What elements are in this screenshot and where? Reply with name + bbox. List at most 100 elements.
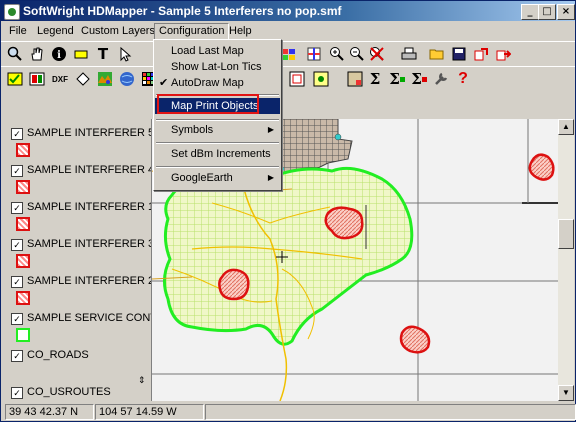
- layer-label: CO_ROADS: [27, 349, 89, 361]
- layer-color-icon-2[interactable]: [304, 44, 324, 64]
- globe-icon[interactable]: [117, 69, 137, 89]
- menu-item-googleearth[interactable]: GoogleEarth ▶: [155, 170, 280, 186]
- menu-file[interactable]: File: [5, 24, 31, 39]
- scroll-down-icon[interactable]: ▼: [558, 385, 574, 401]
- help-icon[interactable]: ?: [453, 69, 473, 89]
- compare-icon[interactable]: [27, 69, 47, 89]
- raster-icon[interactable]: [345, 69, 365, 89]
- layer-checkbox[interactable]: ✓: [11, 128, 23, 140]
- menu-item-load-last-map[interactable]: Load Last Map: [155, 43, 280, 59]
- window-title: SoftWright HDMapper - Sample 5 Interfere…: [23, 4, 342, 18]
- service-contour-swatch: [16, 328, 30, 342]
- dxf-icon[interactable]: DXF: [49, 69, 71, 89]
- map-vertical-scrollbar[interactable]: ▲ ▼: [558, 119, 574, 401]
- diamond-icon[interactable]: [73, 69, 93, 89]
- scroll-thumb[interactable]: [558, 219, 574, 249]
- app-window: SoftWright HDMapper - Sample 5 Interfere…: [0, 0, 576, 422]
- scroll-up-icon[interactable]: ▲: [558, 119, 574, 135]
- menu-item-label: GoogleEarth: [171, 172, 233, 184]
- legend-panel: ✓ SAMPLE INTERFERER 5 I ✓ SAMPLE INTERFE…: [1, 119, 152, 401]
- menu-custom-layers[interactable]: Custom Layers: [77, 24, 159, 39]
- sum-glyph: Σ: [369, 70, 381, 88]
- close-button[interactable]: ×: [557, 4, 575, 20]
- layer-color-icon[interactable]: [279, 44, 299, 64]
- export-icon[interactable]: [471, 44, 491, 64]
- toolbar-secondary: DXF Σ Σ Σ ?: [1, 66, 575, 91]
- menu-item-label: Show Lat-Lon Tics: [171, 61, 262, 73]
- layer-label: SAMPLE INTERFERER 2 I: [27, 275, 152, 287]
- zoom-icon[interactable]: [5, 44, 25, 64]
- menu-configuration[interactable]: Configuration: [154, 23, 230, 40]
- text-tool-glyph: T: [97, 45, 109, 63]
- layer-checkbox[interactable]: ✓: [11, 202, 23, 214]
- app-logo-icon: [4, 4, 20, 20]
- configuration-dropdown: Load Last Map Show Lat-Lon Tics ✔ AutoDra…: [153, 39, 282, 191]
- title-bar[interactable]: SoftWright HDMapper - Sample 5 Interfere…: [1, 1, 575, 21]
- sum-green-icon[interactable]: Σ: [387, 69, 407, 89]
- layer-checkbox[interactable]: ✓: [11, 350, 23, 362]
- layer-export-icon[interactable]: [493, 44, 513, 64]
- dxf-label: DXF: [52, 74, 68, 84]
- annotation-highlight: [157, 94, 259, 114]
- menu-bar: File Legend Custom Layers Configuration …: [1, 22, 575, 40]
- interferer-swatch: [16, 143, 30, 157]
- layer-label: SAMPLE INTERFERER 1 I: [27, 201, 152, 213]
- info-icon[interactable]: i: [49, 44, 69, 64]
- submenu-arrow-icon: ▶: [267, 173, 274, 182]
- menu-separator: [156, 119, 279, 121]
- interferer-swatch: [16, 217, 30, 231]
- status-bar: 39 43 42.37 N 104 57 14.59 W: [1, 402, 576, 421]
- menu-separator: [156, 142, 279, 144]
- hand-pan-icon[interactable]: [27, 44, 47, 64]
- zoom-in-icon[interactable]: [327, 44, 347, 64]
- interferer-swatch: [16, 254, 30, 268]
- submenu-arrow-icon: ▶: [267, 125, 274, 134]
- layer-label: SAMPLE INTERFERER 4 I: [27, 164, 152, 176]
- text-tool-icon[interactable]: T: [93, 44, 113, 64]
- menu-item-autodraw-map[interactable]: ✔ AutoDraw Map: [155, 75, 280, 91]
- menu-legend[interactable]: Legend: [33, 24, 78, 39]
- layer-label: CO_USROUTES: [27, 386, 111, 398]
- layer-label: SAMPLE INTERFERER 5 I: [27, 127, 152, 139]
- menu-item-label: AutoDraw Map: [171, 77, 244, 89]
- menu-item-label: Set dBm Increments: [171, 148, 271, 160]
- maximize-button[interactable]: □: [538, 4, 556, 20]
- layer-edit-icon[interactable]: [311, 69, 331, 89]
- layer-checkbox[interactable]: ✓: [11, 239, 23, 251]
- layer-checkbox[interactable]: ✓: [11, 276, 23, 288]
- menu-separator: [156, 166, 279, 168]
- select-arrow-icon[interactable]: [115, 44, 135, 64]
- layer-select-icon[interactable]: [287, 69, 307, 89]
- interferer-swatch: [16, 180, 30, 194]
- menu-item-label: Symbols: [171, 124, 214, 136]
- panel-scroll-arrows-icon[interactable]: ⇕: [138, 375, 146, 386]
- minimize-button[interactable]: _: [521, 4, 539, 20]
- terrain-icon[interactable]: [95, 69, 115, 89]
- sum-red-icon[interactable]: Σ: [409, 69, 429, 89]
- menu-item-set-dbm-increments[interactable]: Set dBm Increments: [155, 146, 280, 162]
- interferer-swatch: [16, 291, 30, 305]
- layer-checkbox[interactable]: ✓: [11, 313, 23, 325]
- info-glyph: i: [57, 50, 61, 61]
- open-folder-icon[interactable]: [427, 44, 447, 64]
- menu-item-show-lat-lon-tics[interactable]: Show Lat-Lon Tics: [155, 59, 280, 75]
- layer-label: SAMPLE INTERFERER 3 I: [27, 238, 152, 250]
- layer-checkbox[interactable]: ✓: [11, 387, 23, 399]
- menu-item-label: Load Last Map: [171, 45, 244, 57]
- red-dot-icon: [421, 76, 427, 82]
- layer-checkbox[interactable]: ✓: [11, 165, 23, 177]
- layer-label: SAMPLE SERVICE CONTO: [27, 312, 152, 324]
- menu-help[interactable]: Help: [225, 24, 256, 39]
- menu-item-symbols[interactable]: Symbols ▶: [155, 122, 280, 138]
- zoom-out-icon[interactable]: [347, 44, 367, 64]
- print-icon[interactable]: [399, 44, 419, 64]
- wrench-icon[interactable]: [431, 69, 451, 89]
- toolbar-primary: i T: [1, 41, 575, 66]
- check-layer-icon[interactable]: [5, 69, 25, 89]
- zoom-cancel-icon[interactable]: [367, 44, 387, 64]
- sum-icon[interactable]: Σ: [365, 69, 385, 89]
- save-icon[interactable]: [449, 44, 469, 64]
- longitude-readout: 104 57 14.59 W: [95, 404, 204, 420]
- label-icon[interactable]: [71, 44, 91, 64]
- green-dot-icon: [399, 76, 405, 82]
